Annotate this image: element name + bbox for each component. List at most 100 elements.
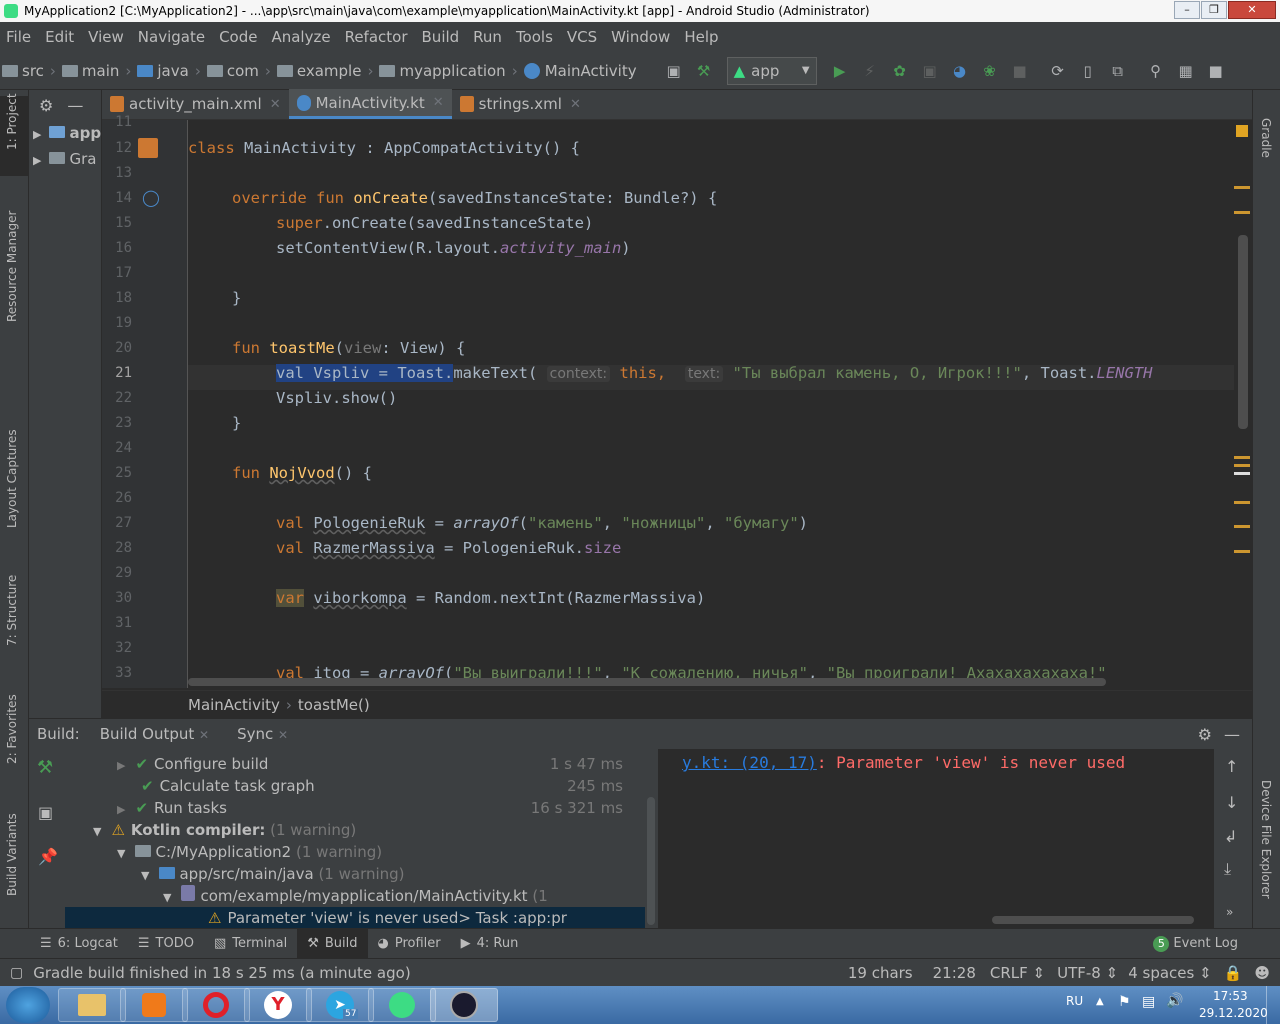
file-encoding[interactable]: UTF-8 ⇕	[1057, 964, 1118, 982]
gear-icon[interactable]: ⚙	[39, 96, 53, 115]
close-tab-icon[interactable]: ✕	[433, 95, 444, 110]
tree-project-path[interactable]: ▼ C:/MyApplication2 (1 warning)	[117, 841, 382, 863]
network-icon[interactable]: ▤	[1142, 994, 1155, 1010]
gradle-tool-button[interactable]: Gradle	[1259, 118, 1273, 158]
apply-changes-icon[interactable]: ⚡	[861, 62, 879, 80]
tab-sync[interactable]: Sync ✕	[237, 725, 288, 743]
clock-date[interactable]: 29.12.2020	[1199, 1006, 1268, 1020]
taskbar-explorer[interactable]	[58, 988, 126, 1022]
debug-icon[interactable]: ✿	[891, 62, 909, 80]
hide-panel-icon[interactable]: —	[67, 96, 83, 115]
tree-item-app[interactable]: ▶ app	[33, 124, 101, 142]
more-icon[interactable]: »	[1226, 905, 1233, 919]
favorites-button[interactable]: 2: Favorites	[5, 694, 19, 764]
stop-icon[interactable]: ■	[1011, 62, 1029, 80]
crumb-main[interactable]: main	[61, 62, 119, 80]
tab-run[interactable]: ▶ 4: Run	[451, 929, 529, 959]
menu-build[interactable]: Build	[422, 28, 460, 46]
horizontal-scrollbar[interactable]	[188, 678, 1106, 686]
start-button[interactable]	[6, 987, 50, 1023]
attach-debugger-icon[interactable]: ▣	[921, 62, 939, 80]
menu-analyze[interactable]: Analyze	[271, 28, 330, 46]
pin-icon[interactable]: 📌	[38, 847, 58, 866]
tab-build[interactable]: ⚒ Build	[297, 928, 368, 959]
warning-marker[interactable]	[1234, 550, 1250, 553]
tab-profiler[interactable]: ◕ Profiler	[368, 929, 451, 959]
taskbar-opera[interactable]	[182, 988, 250, 1022]
warning-indicator-icon[interactable]	[1236, 125, 1248, 137]
code-editor[interactable]: class MainActivity : AppCompatActivity()…	[188, 120, 1234, 688]
down-arrow-icon[interactable]: ↓	[1225, 793, 1238, 812]
layout-captures-button[interactable]: Layout Captures	[5, 429, 19, 528]
crumb-myapplication[interactable]: myapplication	[379, 62, 506, 80]
menu-vcs[interactable]: VCS	[567, 28, 597, 46]
menu-navigate[interactable]: Navigate	[138, 28, 205, 46]
build-hammer-icon[interactable]: ⚒	[37, 757, 53, 778]
clock-time[interactable]: 17:53	[1213, 989, 1248, 1003]
run-icon[interactable]: ▶	[831, 62, 849, 80]
select-file-icon[interactable]: ▣	[665, 62, 683, 80]
inspector-icon[interactable]: ☻	[1254, 964, 1270, 982]
tab-logcat[interactable]: ☰ 6: Logcat	[30, 929, 128, 959]
scroll-to-end-icon[interactable]: ⤓	[1224, 859, 1231, 879]
menu-file[interactable]: File	[6, 28, 31, 46]
structure-button[interactable]: 7: Structure	[5, 575, 19, 646]
avd-manager-icon[interactable]: ▯	[1079, 62, 1097, 80]
tab-strings-xml[interactable]: strings.xml ✕	[452, 89, 589, 119]
breadcrumb-function[interactable]: toastMe()	[298, 696, 370, 714]
hide-panel-icon[interactable]: —	[1224, 725, 1240, 744]
event-log-button[interactable]: 5 Event Log	[1143, 929, 1248, 959]
indent-setting[interactable]: 4 spaces ⇕	[1128, 964, 1211, 982]
tree-source-path[interactable]: ▼ app/src/main/java (1 warning)	[141, 863, 405, 885]
lock-icon[interactable]: 🔒	[1224, 964, 1243, 982]
build-variants-button[interactable]: Build Variants	[5, 813, 19, 896]
menu-window[interactable]: Window	[611, 28, 670, 46]
taskbar-android-studio[interactable]	[368, 988, 436, 1022]
taskbar-app[interactable]	[430, 988, 498, 1022]
warning-marker[interactable]	[1234, 472, 1250, 475]
crumb-java[interactable]: java	[137, 62, 189, 80]
tree-calculate-task-graph[interactable]: ✔ Calculate task graph 245 ms	[141, 775, 641, 797]
menu-view[interactable]: View	[88, 28, 124, 46]
action-center-icon[interactable]: ⚑	[1118, 994, 1131, 1010]
tree-run-tasks[interactable]: ▶ ✔ Run tasks 16 s 321 ms	[117, 797, 641, 819]
up-arrow-icon[interactable]: ↑	[1225, 757, 1238, 776]
resource-manager-button[interactable]: Resource Manager	[5, 211, 19, 322]
line-separator[interactable]: CRLF ⇕	[990, 964, 1045, 982]
tree-item-gradle-scripts[interactable]: ▶ Gra	[33, 150, 96, 168]
taskbar-telegram[interactable]: ➤ 57	[306, 988, 374, 1022]
sdk-manager-icon[interactable]: ⧉	[1109, 62, 1127, 80]
soft-wrap-icon[interactable]: ↲	[1224, 827, 1237, 846]
warning-marker[interactable]	[1234, 464, 1250, 467]
project-structure-icon[interactable]: ▦	[1177, 62, 1195, 80]
caret-position[interactable]: 21:28	[933, 964, 976, 982]
tree-file-path[interactable]: ▼ com/example/myapplication/MainActivity.…	[163, 885, 548, 907]
menu-code[interactable]: Code	[219, 28, 257, 46]
tab-mainactivity-kt[interactable]: MainActivity.kt ✕	[288, 89, 452, 119]
gear-icon[interactable]: ⚙	[1198, 725, 1212, 744]
taskbar-yandex[interactable]: Y	[244, 988, 312, 1022]
sync-gradle-icon[interactable]: ⟳	[1049, 62, 1067, 80]
crumb-mainactivity[interactable]: MainActivity	[523, 62, 637, 80]
tree-scrollbar[interactable]	[647, 797, 655, 925]
show-desktop-button[interactable]	[1266, 986, 1280, 1024]
device-file-explorer-button[interactable]: Device File Explorer	[1259, 780, 1273, 899]
console-hscrollbar[interactable]	[992, 916, 1194, 924]
search-icon[interactable]: ⚲	[1147, 62, 1165, 80]
run-config-dropdown[interactable]: ▲ app ▼	[726, 56, 817, 85]
run-coverage-icon[interactable]: ❀	[981, 62, 999, 80]
menu-help[interactable]: Help	[684, 28, 718, 46]
tab-todo[interactable]: ☰ TODO	[128, 929, 204, 959]
tray-expand-icon[interactable]: ▲	[1096, 996, 1104, 1007]
menu-run[interactable]: Run	[473, 28, 502, 46]
tab-terminal[interactable]: ▧ Terminal	[204, 929, 297, 959]
profile-icon[interactable]: ◕	[951, 62, 969, 80]
tree-kotlin-compiler[interactable]: ▼ ⚠ Kotlin compiler: (1 warning)	[93, 819, 356, 841]
tree-configure-build[interactable]: ▶ ✔ Configure build 1 s 47 ms	[117, 753, 641, 775]
tab-build-output[interactable]: Build Output ✕	[100, 725, 209, 743]
toggle-view-icon[interactable]: ▣	[38, 803, 53, 822]
breadcrumb-class[interactable]: MainActivity	[188, 696, 280, 714]
status-message[interactable]: Gradle build finished in 18 s 25 ms (a m…	[33, 964, 410, 982]
maximize-button[interactable]: ❐	[1201, 1, 1227, 19]
menu-refactor[interactable]: Refactor	[345, 28, 408, 46]
